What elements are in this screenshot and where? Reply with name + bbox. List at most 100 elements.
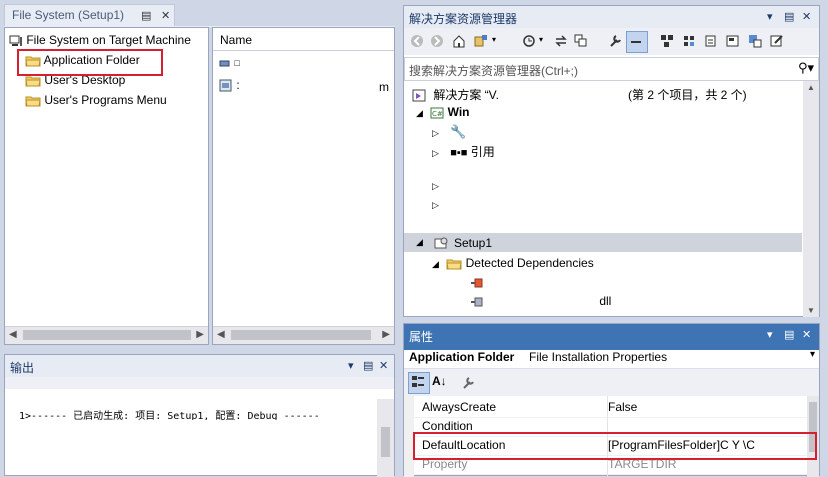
tree-properties-node[interactable]: ▷ 🔧 — [432, 124, 466, 140]
switch-views-icon[interactable] — [474, 34, 488, 48]
scroll-thumb[interactable] — [231, 330, 371, 340]
tree-dependency[interactable] — [470, 275, 484, 289]
redacted-area — [13, 420, 368, 475]
svg-text:C#: C# — [432, 110, 443, 118]
folder-open-icon — [446, 259, 462, 270]
collapsed-arrow-icon[interactable]: ▷ — [432, 148, 439, 158]
csharp-project-icon: C# — [430, 107, 444, 119]
categorized-button[interactable] — [408, 372, 430, 394]
horizontal-scrollbar[interactable]: ◀ ▶ — [5, 326, 208, 344]
object-selector[interactable]: Application Folder File Installation Pro… — [404, 346, 819, 369]
search-icon[interactable]: ⚲▾ — [798, 60, 814, 76]
close-icon[interactable]: ✕ — [379, 359, 388, 372]
alphabetical-icon[interactable]: A↓ — [432, 374, 447, 388]
nest-files-icon[interactable] — [660, 34, 674, 48]
scroll-thumb[interactable] — [381, 427, 390, 457]
property-pages-wrench-icon[interactable] — [461, 376, 475, 390]
setup-project-icon — [434, 237, 448, 249]
wrench-icon: 🔧 — [450, 124, 467, 139]
tree-dependency-dll[interactable]: dll — [470, 294, 611, 308]
horizontal-scrollbar[interactable]: ◀ ▶ — [213, 326, 394, 344]
list-item-truncated: m — [379, 80, 389, 94]
view-code-icon[interactable] — [726, 34, 740, 48]
tree-root[interactable]: File System on Target Machine — [9, 33, 191, 47]
show-all-files-icon[interactable] — [682, 34, 696, 48]
history-icon[interactable] — [522, 34, 536, 48]
view-designer-icon[interactable] — [748, 34, 762, 48]
home-icon[interactable] — [452, 34, 466, 48]
scroll-left-icon[interactable]: ◀ — [9, 329, 17, 340]
solution-explorer: 解决方案资源管理器 ▾ ▤ ✕ ▾ ▾ 搜索解决方案资源管理器(Ctrl+;) … — [403, 5, 820, 317]
output-pane: 输出 ▾ ▤ ✕ 1>------ 已启动生成: 项目: Setup1, 配置:… — [4, 354, 395, 477]
list-item-label: m — [379, 80, 389, 94]
expanded-arrow-icon[interactable]: ◢ — [432, 259, 439, 269]
refresh-icon[interactable] — [704, 34, 718, 48]
edit-icon[interactable] — [770, 34, 784, 48]
close-icon[interactable]: ✕ — [161, 9, 170, 22]
preview-toggle[interactable] — [626, 31, 648, 53]
pin-icon[interactable]: ▤ — [784, 328, 794, 341]
expanded-arrow-icon[interactable]: ◢ — [416, 237, 423, 248]
pin-icon[interactable]: ▤ — [141, 9, 151, 22]
tree-detected-dependencies[interactable]: ◢ Detected Dependencies — [432, 256, 594, 270]
scroll-right-icon[interactable]: ▶ — [196, 329, 204, 340]
list-item[interactable]: □ — [219, 55, 240, 69]
assembly-icon — [219, 79, 232, 92]
tree-solution[interactable]: 解决方案 “V. — [412, 86, 499, 103]
expanded-arrow-icon[interactable]: ◢ — [416, 108, 423, 118]
dropdown-icon[interactable]: ▾ — [348, 359, 354, 372]
properties-wrench-icon[interactable] — [608, 34, 622, 48]
tree-root-label: File System on Target Machine — [26, 33, 191, 47]
pin-icon[interactable]: ▤ — [363, 359, 373, 372]
scroll-left-icon[interactable]: ◀ — [217, 329, 225, 340]
properties-title: 属性 — [409, 330, 434, 344]
tree-project-win[interactable]: ◢ C# Win — [416, 105, 470, 119]
project-win-name: Win — [447, 105, 470, 119]
forward-icon[interactable] — [430, 34, 444, 48]
tab-file-system[interactable]: File System (Setup1) ▤ ✕ — [4, 4, 175, 26]
name-column-header[interactable]: Name — [213, 28, 394, 51]
tree-references[interactable]: ▷ ■▪■ 引用 — [432, 143, 495, 160]
highlight-box — [17, 49, 163, 76]
property-value: False — [608, 400, 638, 414]
chevron-down-icon[interactable]: ▾ — [810, 349, 815, 360]
tree-item-users-programs-menu[interactable]: User's Programs Menu — [25, 93, 167, 107]
file-list: Name □ : m ◀ ▶ — [212, 27, 395, 345]
output-title: 输出 — [10, 361, 35, 375]
scroll-thumb[interactable] — [23, 330, 191, 340]
object-name: Application Folder — [409, 350, 515, 364]
scroll-up-icon[interactable]: ▲ — [807, 83, 815, 92]
scroll-right-icon[interactable]: ▶ — [382, 329, 390, 340]
references-icon: ■▪■ — [450, 147, 468, 159]
close-icon[interactable]: ✕ — [802, 328, 811, 341]
pin-icon[interactable]: ▤ — [784, 10, 794, 23]
back-icon[interactable] — [410, 34, 424, 48]
dll-label: dll — [599, 294, 612, 308]
scroll-down-icon[interactable]: ▼ — [807, 306, 815, 315]
tree-setup1-selected[interactable]: ◢ Setup1 — [404, 233, 802, 252]
list-item[interactable]: : — [219, 78, 240, 92]
collapsed-arrow-icon[interactable]: ▷ — [432, 128, 439, 138]
dropdown-icon[interactable]: ▾ — [767, 10, 773, 23]
chevron-down-icon[interactable]: ▾ — [539, 35, 543, 44]
dropdown-icon[interactable]: ▾ — [767, 328, 773, 341]
vertical-scrollbar[interactable] — [377, 399, 394, 477]
collapsed-arrow-icon[interactable]: ▷ — [432, 181, 439, 192]
sync-icon[interactable] — [554, 34, 568, 48]
folder-icon — [25, 96, 41, 107]
solution-icon — [412, 89, 426, 102]
chevron-down-icon[interactable]: ▾ — [492, 35, 496, 44]
collapse-icon[interactable] — [574, 34, 588, 48]
property-row-alwayscreate[interactable]: AlwaysCreate False — [414, 398, 808, 418]
references-label: 引用 — [470, 145, 495, 159]
collapsed-arrow-icon[interactable]: ▷ — [432, 200, 439, 211]
close-icon[interactable]: ✕ — [802, 10, 811, 23]
solution-toolbar: ▾ ▾ — [404, 28, 819, 55]
dependency-icon — [471, 278, 483, 288]
solution-search-input[interactable]: 搜索解决方案资源管理器(Ctrl+;) ⚲▾ — [404, 57, 819, 81]
folder-icon — [25, 76, 41, 87]
categorized-icon — [412, 376, 424, 387]
solution-name: 解决方案 “V. — [433, 88, 499, 102]
property-key: AlwaysCreate — [422, 400, 497, 414]
vertical-scrollbar[interactable]: ▲ ▼ — [803, 81, 819, 317]
